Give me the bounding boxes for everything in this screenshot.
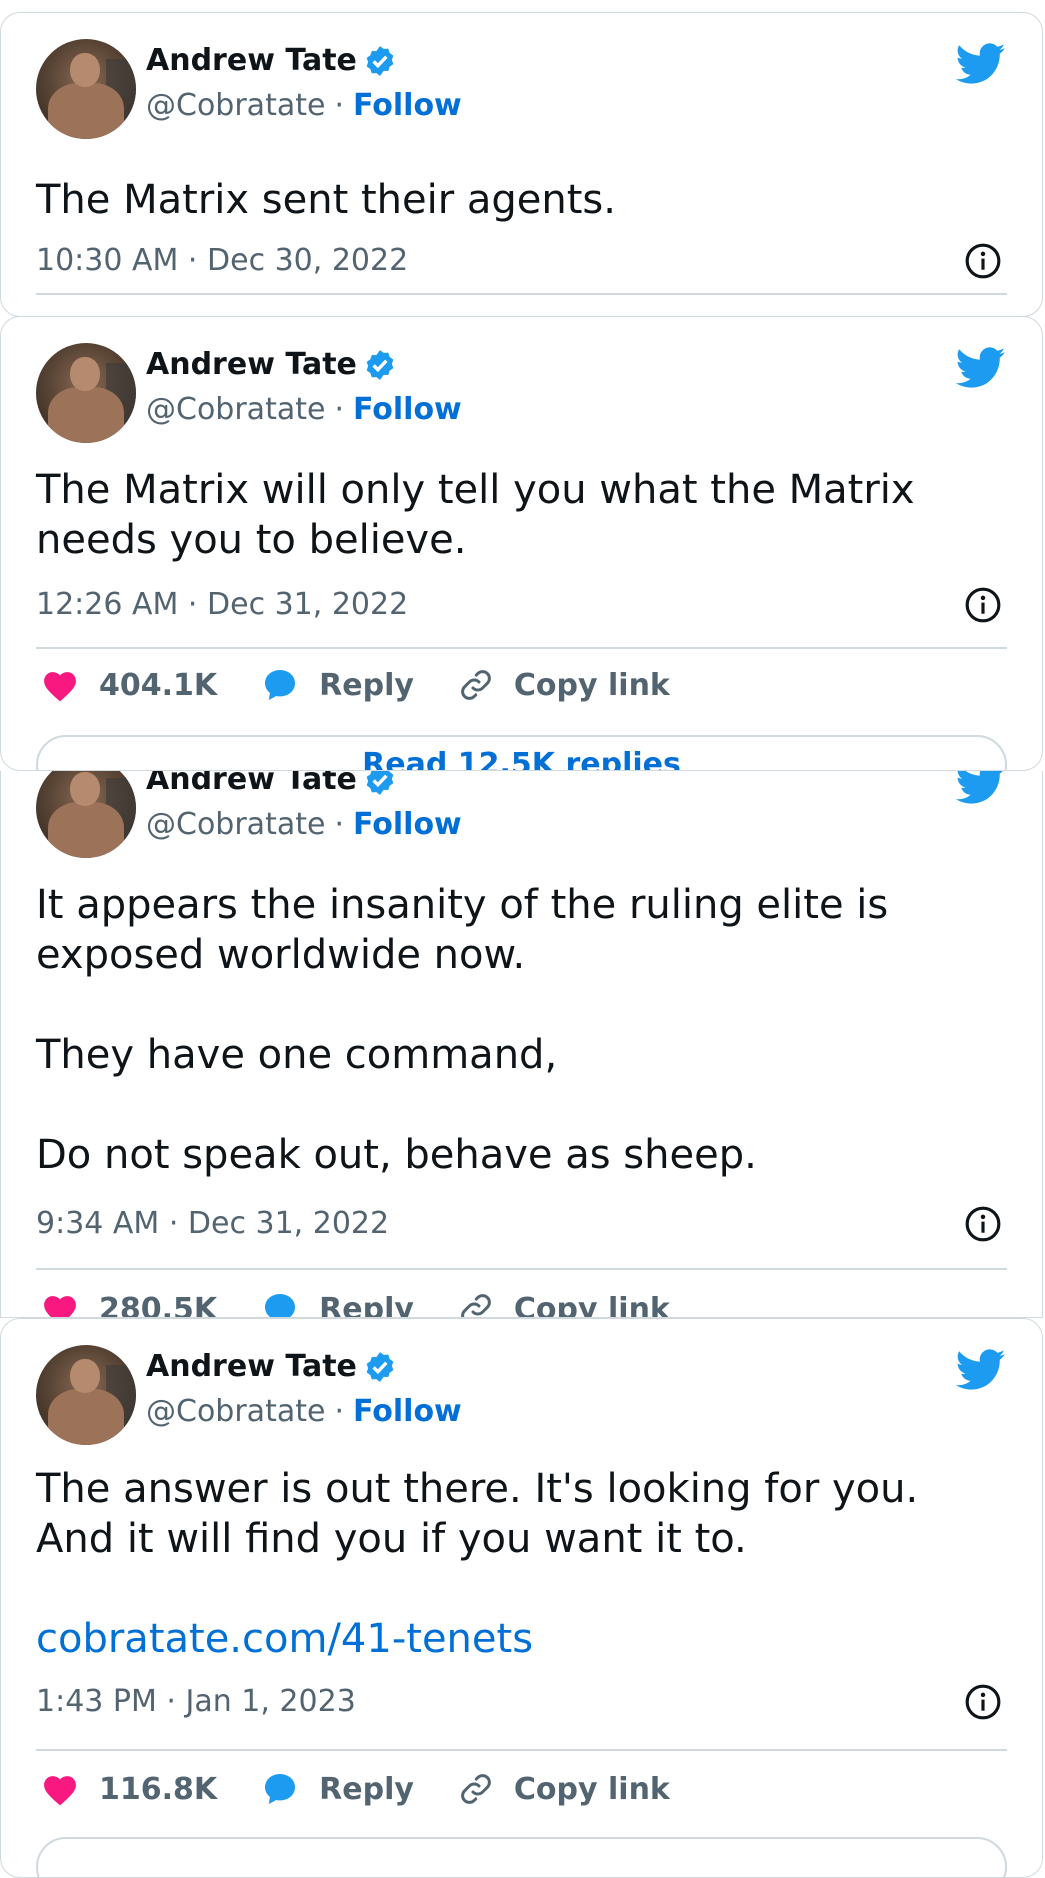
speech-bubble-icon — [265, 1774, 296, 1804]
copy-link-button[interactable]: Copy link — [458, 667, 670, 703]
like-button[interactable]: 280.5K — [41, 1291, 218, 1318]
tweet-card-2: Andrew Tate @Cobratate · Follow The Matr… — [0, 316, 1043, 771]
copy-link-button[interactable]: Copy link — [458, 1771, 670, 1807]
copy-link-label: Copy link — [513, 1771, 670, 1807]
divider — [36, 1268, 1007, 1270]
follow-link[interactable]: Follow — [353, 807, 462, 842]
info-icon[interactable] — [964, 242, 1002, 280]
tweet-text: The Matrix sent their agents. — [36, 177, 616, 223]
divider — [36, 293, 1007, 295]
copy-link-button[interactable]: Copy link — [458, 1291, 670, 1318]
follow-link[interactable]: Follow — [353, 1394, 462, 1429]
link-icon — [461, 1294, 491, 1317]
reply-button[interactable]: Reply — [261, 1291, 414, 1318]
reply-button[interactable]: Reply — [261, 1771, 414, 1807]
heart-icon — [44, 672, 76, 702]
like-count: 404.1K — [99, 667, 218, 703]
info-icon[interactable] — [964, 1683, 1002, 1721]
like-count: 280.5K — [99, 1291, 218, 1318]
tweet-actions: 116.8K Reply Copy link — [41, 1771, 714, 1807]
tweet-card-1: Andrew Tate @Cobratate · Follow The Matr… — [0, 12, 1043, 317]
reply-label: Reply — [319, 1771, 414, 1807]
reply-button[interactable]: Reply — [261, 667, 414, 703]
info-icon[interactable] — [964, 1205, 1002, 1243]
tweet-card-4: Andrew Tate @Cobratate · Follow The answ… — [0, 1318, 1043, 1878]
speech-bubble-icon — [265, 1294, 296, 1317]
twitter-bird-icon[interactable] — [956, 771, 1006, 805]
tweet-timestamp[interactable]: 10:30 AM · Dec 30, 2022 — [36, 243, 408, 278]
author-handle[interactable]: @Cobratate — [146, 392, 325, 427]
author-handle[interactable]: @Cobratate — [146, 807, 325, 842]
avatar[interactable] — [36, 39, 136, 139]
avatar[interactable] — [36, 1345, 136, 1445]
tweet-link[interactable]: cobratate.com/41-tenets — [36, 1614, 1002, 1664]
verified-badge-icon — [366, 1351, 394, 1382]
separator: · — [334, 1394, 344, 1429]
divider — [36, 1749, 1007, 1751]
tweet-text: The Matrix will only tell you what the M… — [36, 467, 915, 563]
like-button[interactable]: 404.1K — [41, 668, 217, 703]
verified-badge-icon — [366, 45, 394, 76]
reply-label: Reply — [319, 1291, 414, 1318]
avatar[interactable] — [36, 771, 136, 858]
tweet-text: The answer is out there. It's looking fo… — [36, 1466, 919, 1562]
twitter-bird-icon[interactable] — [956, 347, 1006, 389]
twitter-bird-icon[interactable] — [956, 43, 1006, 85]
tweet-card-3: Andrew Tate @Cobratate · Follow It appea… — [0, 771, 1043, 1318]
twitter-bird-icon[interactable] — [956, 1349, 1006, 1391]
author-handle[interactable]: @Cobratate — [146, 1394, 325, 1429]
tweet-actions: 404.1K Reply Copy link — [41, 667, 714, 703]
author-name[interactable]: Andrew Tate — [146, 43, 357, 78]
avatar[interactable] — [36, 343, 136, 443]
copy-link-label: Copy link — [513, 667, 670, 703]
follow-link[interactable]: Follow — [353, 88, 462, 123]
like-count: 116.8K — [99, 1771, 218, 1807]
speech-bubble-icon — [265, 670, 296, 700]
verified-badge-icon — [366, 771, 394, 795]
separator: · — [334, 807, 344, 842]
heart-icon — [44, 1776, 76, 1806]
verified-badge-icon — [366, 349, 394, 380]
link-icon — [461, 1774, 491, 1804]
author-name[interactable]: Andrew Tate — [146, 771, 357, 797]
author-handle[interactable]: @Cobratate — [146, 88, 325, 123]
separator: · — [334, 88, 344, 123]
tweet-timestamp[interactable]: 1:43 PM · Jan 1, 2023 — [36, 1684, 356, 1719]
author-name[interactable]: Andrew Tate — [146, 1349, 357, 1384]
info-icon[interactable] — [964, 586, 1002, 624]
tweet-text: It appears the insanity of the ruling el… — [36, 882, 889, 1178]
separator: · — [334, 392, 344, 427]
read-replies-button[interactable]: Read 12.5K replies — [36, 735, 1007, 770]
divider — [36, 647, 1007, 649]
heart-icon — [44, 1296, 76, 1317]
reply-label: Reply — [319, 667, 414, 703]
author-name[interactable]: Andrew Tate — [146, 347, 357, 382]
follow-link[interactable]: Follow — [353, 392, 462, 427]
tweet-actions: 280.5K Reply Copy link — [41, 1291, 714, 1318]
link-icon — [461, 670, 491, 700]
like-button[interactable]: 116.8K — [41, 1772, 217, 1807]
tweet-timestamp[interactable]: 12:26 AM · Dec 31, 2022 — [36, 587, 408, 622]
copy-link-label: Copy link — [513, 1291, 670, 1318]
tweet-timestamp[interactable]: 9:34 AM · Dec 31, 2022 — [36, 1206, 389, 1241]
